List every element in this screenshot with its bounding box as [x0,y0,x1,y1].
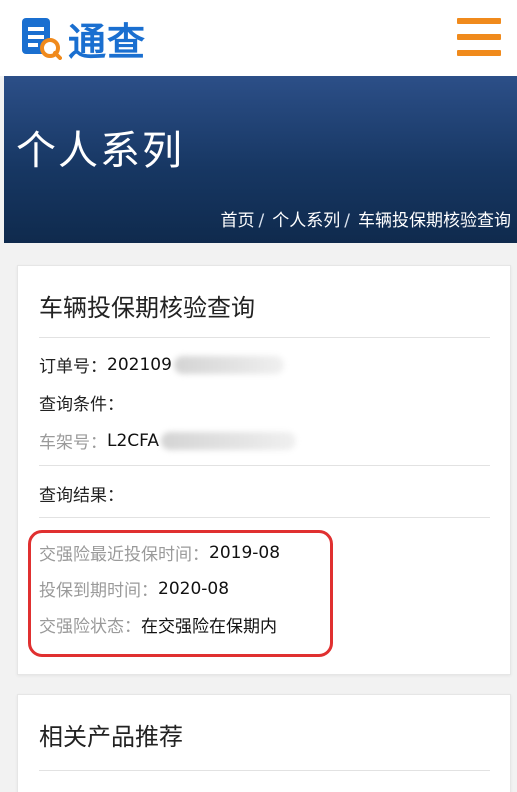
divider [39,517,490,518]
recommend-card-title: 相关产品推荐 [39,723,183,751]
breadcrumb-current: 车辆投保期核验查询 [358,211,511,231]
vin-label: 车架号： [39,433,107,453]
menu-bar [457,18,501,24]
vin-value: L2CFA [107,430,160,451]
menu-bar [457,34,501,40]
order-number-value: 202109 [107,354,172,375]
document-search-icon [20,16,62,60]
result-card: 车辆投保期核验查询 订单号： 202109 查询条件： 车架号： L2CFA 查… [17,265,511,675]
vin-row: 车架号： L2CFA [39,428,297,453]
result-highlight-box [28,530,333,657]
divider [39,465,490,466]
recommend-card: 相关产品推荐 [17,694,511,792]
hamburger-menu-icon[interactable] [457,18,501,56]
page-banner: 个人系列 首页 / 个人系列 / 车辆投保期核验查询 [4,76,517,243]
breadcrumb-separator: / [344,211,350,231]
query-conditions-label: 查询条件： [39,395,124,415]
divider [39,337,490,338]
order-number-label: 订单号： [39,357,107,377]
breadcrumb-home[interactable]: 首页 [221,211,255,231]
query-result-label: 查询结果： [39,486,124,506]
order-number-row: 订单号： 202109 [39,352,284,377]
breadcrumb-separator: / [258,211,265,231]
logo-text: 通查 [68,19,147,64]
query-result-row: 查询结果： [39,481,124,506]
result-card-title: 车辆投保期核验查询 [39,294,255,322]
redacted-vin [161,431,297,450]
menu-bar [457,50,501,56]
redacted-order-number [173,355,284,374]
query-conditions-row: 查询条件： [39,390,124,415]
top-bar: 通查 [0,0,517,76]
breadcrumb-category[interactable]: 个人系列 [272,211,340,231]
logo[interactable]: 通查 [20,14,146,64]
divider [39,770,490,771]
page-title: 个人系列 [16,128,184,174]
breadcrumb: 首页 / 个人系列 / 车辆投保期核验查询 [221,206,511,231]
